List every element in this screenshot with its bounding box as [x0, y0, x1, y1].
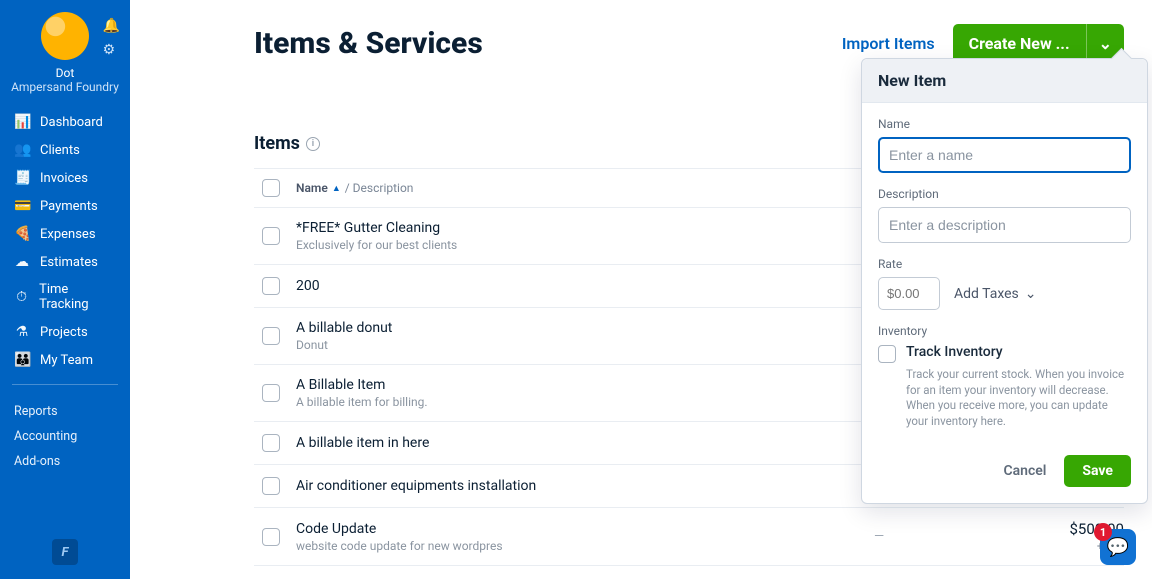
sidebar-footer: F [0, 539, 130, 571]
item-stock: — [874, 529, 994, 544]
nav-divider [12, 384, 118, 385]
projects-icon: ⚗ [14, 324, 30, 340]
item-name: *FREE* Gutter Cleaning [296, 220, 874, 236]
sidebar: 🔔 ⚙ Dot Ampersand Foundry 📊 Dashboard 👥 Cl… [0, 0, 130, 579]
name-input[interactable] [878, 137, 1131, 173]
chat-icon: 💬 [1107, 537, 1129, 558]
row-checkbox[interactable] [262, 277, 280, 295]
notification-badge: 1 [1094, 523, 1112, 541]
track-inventory-checkbox[interactable] [878, 345, 896, 363]
sidebar-item-label: Projects [40, 325, 88, 340]
row-checkbox[interactable] [262, 528, 280, 546]
row-checkbox[interactable] [262, 384, 280, 402]
chevron-down-icon: ⌄ [1025, 286, 1037, 302]
payments-icon: 💳 [14, 198, 30, 214]
sidebar-item-label: Add-ons [14, 454, 60, 469]
sidebar-item-label: Accounting [14, 429, 77, 444]
primary-nav: 📊Dashboard 👥Clients 🧾Invoices 💳Payments … [0, 108, 130, 374]
gear-icon[interactable]: ⚙ [103, 42, 120, 58]
item-description: Donut [296, 338, 874, 352]
track-inventory-label: Track Inventory [906, 344, 1003, 363]
sidebar-item-clients[interactable]: 👥 Clients [0, 136, 130, 164]
popover-title: New Item [862, 59, 1147, 103]
sort-asc-icon: ▲ [332, 183, 341, 194]
description-input[interactable] [878, 207, 1131, 243]
info-icon[interactable]: i [306, 137, 320, 151]
expenses-icon: 🍕 [14, 226, 30, 242]
cancel-button[interactable]: Cancel [1003, 463, 1046, 479]
app-logo-icon[interactable]: F [52, 539, 78, 565]
col-name[interactable]: Name ▲ / Description [296, 181, 874, 195]
track-inventory-help: Track your current stock. When you invoi… [906, 367, 1131, 429]
sidebar-item-payments[interactable]: 💳 Payments [0, 192, 130, 220]
item-name: 200 [296, 278, 874, 294]
item-name: Air conditioner equipments installation [296, 478, 874, 494]
item-name: A billable donut [296, 320, 874, 336]
invoices-icon: 🧾 [14, 170, 30, 186]
table-row[interactable]: Code Update website code update for new … [254, 508, 1124, 566]
team-icon: 👪 [14, 352, 30, 368]
inventory-label: Inventory [878, 324, 1131, 338]
sidebar-item-timetracking[interactable]: ⏱ Time Tracking [0, 276, 130, 318]
company-name: Ampersand Foundry [11, 80, 119, 94]
user-name: Dot [56, 66, 75, 80]
sidebar-item-reports[interactable]: Reports [0, 399, 130, 424]
sidebar-item-myteam[interactable]: 👪 My Team [0, 346, 130, 374]
item-name: A billable item in here [296, 435, 874, 451]
row-checkbox[interactable] [262, 477, 280, 495]
item-description: A billable item for billing. [296, 395, 874, 409]
name-label: Name [878, 117, 1131, 131]
help-chat-button[interactable]: 💬 1 [1100, 529, 1136, 565]
sidebar-item-addons[interactable]: Add-ons [0, 449, 130, 474]
sidebar-header: 🔔 ⚙ Dot Ampersand Foundry [0, 12, 130, 104]
section-title: Items [254, 133, 300, 154]
sidebar-item-label: Dashboard [40, 115, 103, 130]
item-description: website code update for new wordpres [296, 539, 874, 553]
main-content: Items & Services Import Items Create New… [130, 0, 1152, 579]
description-label: Description [878, 187, 1131, 201]
sidebar-item-label: Payments [40, 199, 98, 214]
import-items-link[interactable]: Import Items [842, 34, 935, 53]
clients-icon: 👥 [14, 142, 30, 158]
item-description: Exclusively for our best clients [296, 238, 874, 252]
sidebar-item-invoices[interactable]: 🧾 Invoices [0, 164, 130, 192]
row-checkbox[interactable] [262, 227, 280, 245]
item-name: A Billable Item [296, 377, 874, 393]
sidebar-item-label: Estimates [40, 255, 98, 270]
sidebar-item-label: Time Tracking [39, 282, 116, 312]
new-item-popover: New Item Name Description Rate Add Taxes… [861, 58, 1148, 504]
sidebar-item-label: Reports [14, 404, 58, 419]
row-checkbox[interactable] [262, 434, 280, 452]
select-all-checkbox[interactable] [262, 179, 280, 197]
row-checkbox[interactable] [262, 327, 280, 345]
page-title: Items & Services [254, 26, 483, 61]
sidebar-item-estimates[interactable]: ☁ Estimates [0, 248, 130, 276]
secondary-nav: Reports Accounting Add-ons [0, 399, 130, 474]
avatar[interactable] [41, 12, 89, 60]
sidebar-item-label: Expenses [40, 227, 96, 242]
sidebar-item-dashboard[interactable]: 📊 Dashboard [0, 108, 130, 136]
rate-input[interactable] [878, 277, 940, 310]
dashboard-icon: 📊 [14, 114, 30, 130]
sidebar-item-label: My Team [40, 353, 93, 368]
save-button[interactable]: Save [1064, 455, 1131, 487]
sidebar-item-accounting[interactable]: Accounting [0, 424, 130, 449]
sidebar-item-label: Clients [40, 143, 80, 158]
sidebar-item-projects[interactable]: ⚗ Projects [0, 318, 130, 346]
bell-icon[interactable]: 🔔 [103, 18, 120, 34]
item-name: Code Update [296, 521, 874, 537]
estimates-icon: ☁ [14, 254, 30, 270]
add-taxes-dropdown[interactable]: Add Taxes ⌄ [954, 286, 1037, 302]
sidebar-item-label: Invoices [40, 171, 88, 186]
rate-label: Rate [878, 257, 1131, 271]
table-row[interactable]: Colin is Fab hello — $0.00 [254, 566, 1124, 579]
sidebar-item-expenses[interactable]: 🍕 Expenses [0, 220, 130, 248]
clock-icon: ⏱ [14, 289, 29, 305]
